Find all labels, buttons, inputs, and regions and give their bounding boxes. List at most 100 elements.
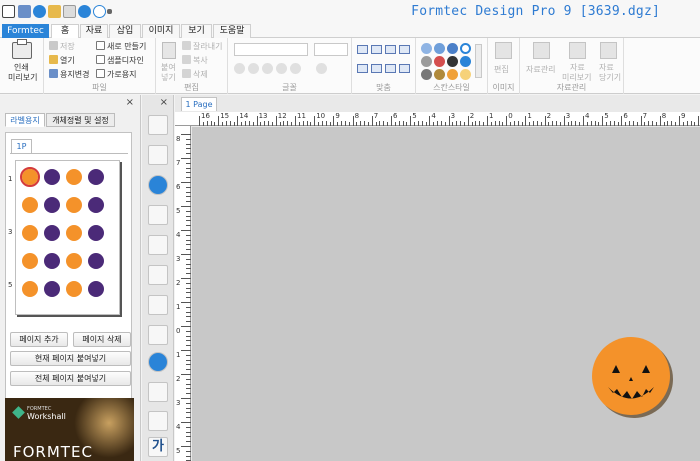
style-swatch-5[interactable] — [421, 56, 432, 67]
cut-button[interactable]: 잘라내기 — [182, 41, 222, 52]
pumpkin-object[interactable] — [592, 337, 673, 418]
tab-object-align[interactable]: 개체정렬 및 설정 — [46, 113, 115, 127]
text-effect-tool-icon[interactable] — [148, 235, 168, 255]
align-bottom-icon[interactable] — [385, 64, 396, 73]
barcode-tool-icon[interactable] — [148, 295, 168, 315]
align-middle-icon[interactable] — [371, 64, 382, 73]
pumpkin-label-thumb[interactable] — [22, 197, 38, 213]
purple-label-thumb[interactable] — [88, 281, 104, 297]
tab-help[interactable]: 도움말 — [213, 24, 251, 38]
vertical-text-tool-icon[interactable] — [148, 205, 168, 225]
style-swatch-4[interactable] — [460, 43, 471, 54]
style-swatch-7[interactable] — [447, 56, 458, 67]
align-center-icon[interactable] — [371, 45, 382, 54]
open-button[interactable]: 열기 — [49, 55, 75, 66]
page-tab[interactable]: 1 Page — [181, 97, 217, 111]
delete-button[interactable]: 삭제 — [182, 69, 208, 80]
tab-label-paper[interactable]: 라벨용지 — [5, 113, 45, 127]
sample-design-button[interactable]: 샘플디자인 — [96, 55, 144, 66]
style-swatch-12[interactable] — [460, 69, 471, 80]
new-button[interactable]: 새로 만들기 — [96, 41, 146, 52]
document-icon[interactable] — [63, 5, 76, 18]
promo-banner[interactable]: FORMTEC Workshall FORMTEC — [5, 398, 134, 461]
pumpkin-label-thumb[interactable] — [66, 281, 82, 297]
tab-formtec[interactable]: Formtec — [2, 24, 49, 38]
select-tool-icon[interactable] — [148, 115, 168, 135]
distribute-icon[interactable] — [399, 64, 410, 73]
copy-button[interactable]: 복사 — [182, 55, 208, 66]
help-tool-2-icon[interactable] — [148, 352, 168, 372]
pumpkin-label-thumb[interactable] — [66, 169, 82, 185]
style-swatch-10[interactable] — [434, 69, 445, 80]
question-icon[interactable] — [78, 5, 91, 18]
style-swatch-3[interactable] — [447, 43, 458, 54]
image-edit-button[interactable]: 편집 — [492, 42, 516, 78]
strikethrough-icon[interactable] — [276, 63, 287, 74]
font-family-select[interactable] — [234, 43, 308, 56]
align-top-icon[interactable] — [357, 64, 368, 73]
tab-view[interactable]: 보기 — [181, 24, 212, 38]
text-effect-icon[interactable] — [316, 63, 327, 74]
purple-label-thumb[interactable] — [44, 253, 60, 269]
save-icon[interactable] — [18, 5, 31, 18]
pumpkin-label-thumb[interactable] — [22, 253, 38, 269]
close-tools-icon[interactable]: × — [160, 97, 168, 108]
purple-label-thumb[interactable] — [44, 225, 60, 241]
style-swatch-11[interactable] — [447, 69, 458, 80]
folder-icon[interactable] — [48, 5, 61, 18]
data-manage-button[interactable]: 자료관리 — [524, 42, 558, 78]
qrcode-tool-icon[interactable] — [148, 265, 168, 285]
save-button[interactable]: 저장 — [49, 41, 75, 52]
delete-page-button[interactable]: 페이지 삭제 — [73, 332, 131, 347]
align-justify-icon[interactable] — [399, 45, 410, 54]
purple-label-thumb[interactable] — [44, 197, 60, 213]
paste-button[interactable]: 붙여 넣기 — [159, 42, 179, 82]
paste-current-page-button[interactable]: 현재 페이지 붙여넣기 — [10, 351, 131, 366]
document-tool-icon[interactable] — [148, 411, 168, 431]
purple-label-thumb[interactable] — [88, 225, 104, 241]
change-paper-button[interactable]: 용지변경 — [49, 69, 89, 80]
style-swatch-2[interactable] — [434, 43, 445, 54]
add-page-button[interactable]: 페이지 추가 — [10, 332, 68, 347]
style-swatch-8[interactable] — [460, 56, 471, 67]
style-swatch-9[interactable] — [421, 69, 432, 80]
help-tool-icon[interactable] — [148, 175, 168, 195]
pumpkin-label-thumb[interactable] — [20, 167, 40, 187]
pumpkin-label-thumb[interactable] — [22, 281, 38, 297]
data-fetch-button[interactable]: 자료 당기기 — [596, 42, 621, 82]
style-swatch-1[interactable] — [421, 43, 432, 54]
tab-home[interactable]: 홈 — [51, 24, 79, 39]
table-tool-icon[interactable] — [148, 145, 168, 165]
tab-insert[interactable]: 삽입 — [109, 24, 141, 38]
label-sheet-thumbnail[interactable] — [15, 160, 120, 315]
help-icon[interactable] — [33, 5, 46, 18]
font-size-select[interactable] — [314, 43, 348, 56]
page-tab-1p[interactable]: 1P — [11, 139, 32, 153]
data-preview-button[interactable]: 자료 미리보기 — [562, 42, 592, 82]
purple-label-thumb[interactable] — [88, 197, 104, 213]
paste-all-pages-button[interactable]: 전체 페이지 붙여넣기 — [10, 371, 131, 386]
design-canvas[interactable] — [192, 127, 700, 461]
style-scroll[interactable] — [475, 44, 482, 78]
pumpkin-label-thumb[interactable] — [66, 253, 82, 269]
font-color-icon[interactable] — [290, 63, 301, 74]
purple-label-thumb[interactable] — [44, 169, 60, 185]
purple-label-thumb[interactable] — [44, 281, 60, 297]
style-swatch-6[interactable] — [434, 56, 445, 67]
bold-icon[interactable] — [234, 63, 245, 74]
landscape-button[interactable]: 가로용지 — [96, 69, 136, 80]
purple-label-thumb[interactable] — [88, 253, 104, 269]
align-left-icon[interactable] — [357, 45, 368, 54]
refresh-icon[interactable] — [93, 5, 106, 18]
pumpkin-label-thumb[interactable] — [66, 197, 82, 213]
tab-image[interactable]: 이미지 — [142, 24, 180, 38]
calendar-tool-icon[interactable] — [148, 382, 168, 402]
purple-label-thumb[interactable] — [88, 169, 104, 185]
pumpkin-label-thumb[interactable] — [22, 225, 38, 241]
print-button[interactable]: 인쇄 미리보기 — [6, 39, 38, 82]
quick-access-dropdown-icon[interactable] — [107, 9, 112, 14]
pumpkin-label-thumb[interactable] — [66, 225, 82, 241]
chart-tool-icon[interactable] — [148, 325, 168, 345]
text-tool-icon[interactable]: 가 — [148, 437, 168, 457]
italic-icon[interactable] — [248, 63, 259, 74]
